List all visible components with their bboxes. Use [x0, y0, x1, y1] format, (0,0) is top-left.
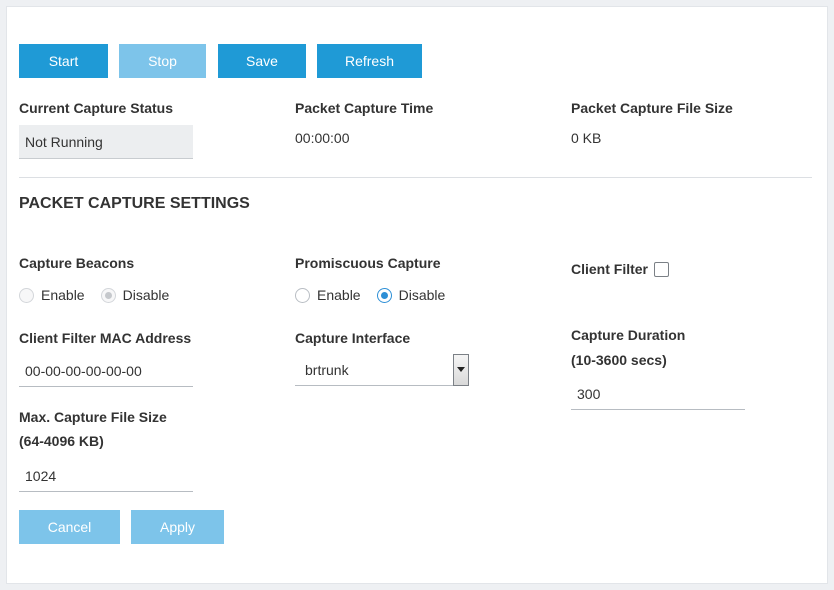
packet-capture-time-value: 00:00:00 — [295, 130, 350, 146]
promiscuous-disable-label: Disable — [398, 287, 446, 303]
packet-capture-file-size-label: Packet Capture File Size — [571, 100, 733, 116]
start-button[interactable]: Start — [19, 44, 108, 78]
current-capture-status-label: Current Capture Status — [19, 100, 174, 116]
dropdown-arrow-icon[interactable] — [453, 354, 469, 386]
capture-interface-value: brtrunk — [305, 361, 349, 378]
packet-capture-time-label: Packet Capture Time — [295, 100, 434, 116]
promiscuous-disable-radio[interactable] — [376, 287, 392, 303]
apply-button[interactable]: Apply — [131, 510, 224, 544]
capture-interface-label: Capture Interface — [295, 330, 411, 346]
capture-duration-input[interactable] — [571, 378, 745, 410]
max-capture-file-size-range-label: (64-4096 KB) — [19, 433, 104, 449]
client-filter-mac-label: Client Filter MAC Address — [19, 330, 192, 346]
capture-beacons-enable-label: Enable — [41, 287, 85, 303]
capture-interface-select[interactable]: brtrunk — [295, 354, 469, 386]
capture-beacons-enable-radio[interactable] — [19, 287, 34, 303]
max-capture-file-size-label: Max. Capture File Size — [19, 409, 167, 425]
refresh-button[interactable]: Refresh — [317, 44, 422, 78]
packet-capture-panel: Start Stop Save Refresh Current Capture … — [6, 6, 828, 584]
promiscuous-capture-label: Promiscuous Capture — [295, 255, 441, 271]
save-button[interactable]: Save — [218, 44, 306, 78]
capture-beacons-disable-radio[interactable] — [100, 287, 116, 303]
capture-beacons-label: Capture Beacons — [19, 255, 135, 271]
radio-selected-dot — [104, 291, 112, 299]
promiscuous-enable-label: Enable — [317, 287, 361, 303]
cancel-button[interactable]: Cancel — [19, 510, 120, 544]
capture-duration-range-label: (10-3600 secs) — [571, 352, 667, 368]
client-filter-row: Client Filter — [571, 257, 670, 281]
max-capture-file-size-input[interactable] — [19, 460, 193, 492]
client-filter-checkbox[interactable] — [654, 261, 670, 277]
promiscuous-capture-radio-group: Enable Disable — [295, 287, 461, 303]
radio-selected-dot — [380, 291, 388, 299]
packet-capture-file-size-value: 0 KB — [571, 130, 602, 146]
section-divider — [19, 177, 812, 178]
packet-capture-settings-title: PACKET CAPTURE SETTINGS — [19, 195, 250, 212]
promiscuous-enable-radio[interactable] — [295, 287, 310, 303]
capture-beacons-disable-label: Disable — [122, 287, 170, 303]
capture-beacons-radio-group: Enable Disable — [19, 287, 185, 303]
capture-duration-label: Capture Duration — [571, 327, 686, 343]
client-filter-mac-input[interactable] — [19, 355, 193, 387]
client-filter-label: Client Filter — [571, 261, 649, 277]
current-capture-status-value: Not Running — [19, 125, 193, 159]
stop-button[interactable]: Stop — [119, 44, 206, 78]
